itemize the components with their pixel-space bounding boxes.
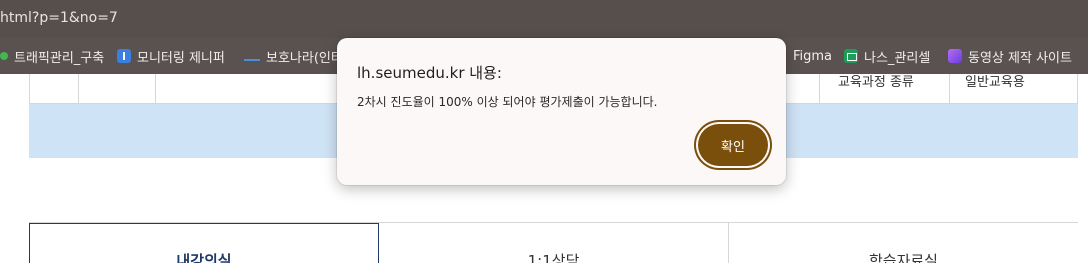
tab-label: 1:1상담 bbox=[527, 252, 580, 263]
bookmark-label: 나스_관리셀 bbox=[864, 50, 931, 66]
cell-divider bbox=[819, 74, 820, 104]
table-cell-course-type: 교육과정 종류 bbox=[838, 75, 914, 90]
address-bar[interactable]: html?p=1&no=7 bbox=[0, 0, 1088, 38]
bookmark-label: 트래픽관리_구축 bbox=[14, 50, 105, 66]
confirm-button[interactable]: 확인 bbox=[698, 124, 768, 166]
tab-label: 내강의실 bbox=[176, 252, 232, 263]
alert-dialog: lh.seumedu.kr 내용: 2차시 진도율이 100% 이상 되어야 평… bbox=[337, 38, 786, 185]
blue-bookmark-icon bbox=[117, 49, 131, 63]
tab-my-classroom[interactable]: 내강의실 bbox=[29, 223, 379, 263]
bookmark-label: Figma bbox=[793, 48, 833, 64]
tab-consulting[interactable]: 1:1상담 bbox=[379, 223, 728, 263]
dialog-message: 2차시 진도율이 100% 이상 되어야 평가제출이 가능합니다. bbox=[357, 95, 658, 109]
tab-bar: 내강의실 1:1상담 학습자료실 bbox=[29, 222, 1078, 263]
tab-label: 학습자료실 bbox=[868, 252, 938, 263]
cell-divider bbox=[78, 74, 79, 104]
kisa-logo-icon bbox=[244, 51, 260, 61]
bookmark-label: 동영상 제작 사이트 bbox=[968, 50, 1072, 66]
cell-divider bbox=[155, 74, 156, 104]
bookmark-label: 모니터링 제니퍼 bbox=[137, 50, 225, 66]
cell-divider bbox=[949, 74, 950, 104]
bookmark-figma[interactable]: Figma bbox=[793, 38, 832, 74]
table-cell-general: 일반교육용 bbox=[965, 75, 1025, 90]
bookmark-kisa[interactable]: 보호나라(인터 bbox=[244, 38, 343, 74]
tab-resources[interactable]: 학습자료실 bbox=[729, 223, 1078, 263]
address-text[interactable]: html?p=1&no=7 bbox=[0, 10, 118, 26]
sheet-icon bbox=[844, 49, 858, 63]
bookmark-nas[interactable]: 나스_관리셀 bbox=[844, 38, 930, 74]
bookmark-jennifer[interactable]: 모니터링 제니퍼 bbox=[117, 38, 225, 74]
dialog-title: lh.seumedu.kr 내용: bbox=[357, 64, 502, 82]
bookmark-video[interactable]: 동영상 제작 사이트 bbox=[948, 38, 1072, 74]
green-dot-icon bbox=[0, 52, 8, 60]
purple-folder-icon bbox=[948, 49, 962, 63]
bookmark-traffic[interactable]: 트래픽관리_구축 bbox=[0, 38, 104, 74]
bookmark-label: 보호나라(인터 bbox=[266, 50, 343, 66]
